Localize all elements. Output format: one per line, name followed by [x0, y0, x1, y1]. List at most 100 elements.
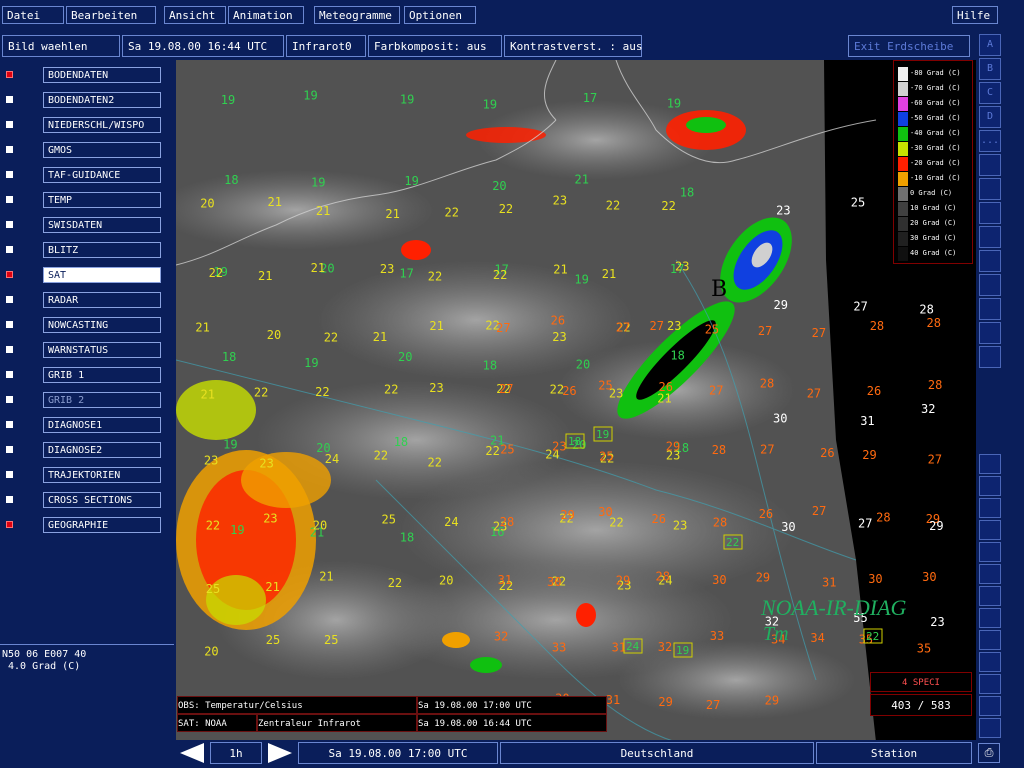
- station-temperature[interactable]: 21: [575, 173, 589, 187]
- layer-checkbox[interactable]: [6, 271, 13, 278]
- station-temperature[interactable]: 27: [807, 387, 821, 401]
- station-temperature[interactable]: 26: [820, 446, 834, 460]
- sidebar-item-niederschl-wispo[interactable]: NIEDERSCHL/WISPO: [6, 117, 162, 133]
- station-temperature[interactable]: 33: [552, 641, 566, 655]
- layer-checkbox[interactable]: [6, 496, 13, 503]
- sidebar-item-cross-sections[interactable]: CROSS SECTIONS: [6, 492, 162, 508]
- color-composite-toggle[interactable]: Farbkomposit: aus: [368, 35, 502, 57]
- layer-checkbox[interactable]: [6, 421, 13, 428]
- station-temperature[interactable]: 22: [493, 268, 507, 282]
- select-image-button[interactable]: Bild waehlen: [2, 35, 120, 57]
- station-temperature[interactable]: 22: [384, 383, 398, 397]
- station-temperature[interactable]: 18: [670, 349, 684, 363]
- station-temperature[interactable]: 28: [928, 378, 942, 392]
- tool-aircraft-button[interactable]: [979, 202, 1001, 224]
- station-temperature[interactable]: 26: [551, 314, 565, 328]
- layer-checkbox[interactable]: [6, 471, 13, 478]
- satellite-image[interactable]: 19 19 19 19 17 1918 19 19 20 211819 20 17 17191718 19…: [176, 60, 976, 742]
- station-temperature[interactable]: 22: [499, 202, 513, 216]
- station-temperature[interactable]: 25: [206, 582, 220, 596]
- tool-h5-button[interactable]: [979, 542, 1001, 562]
- station-temperature[interactable]: 23: [673, 519, 687, 533]
- station-temperature[interactable]: 28: [927, 316, 941, 330]
- layer-checkbox[interactable]: [6, 296, 13, 303]
- station-temperature[interactable]: 19: [223, 438, 237, 452]
- tool-arrow-button[interactable]: [979, 178, 1001, 200]
- station-temperature[interactable]: 25: [266, 633, 280, 647]
- sidebar-item-warnstatus[interactable]: WARNSTATUS: [6, 342, 162, 358]
- station-temperature[interactable]: 34: [810, 631, 824, 645]
- station-temperature[interactable]: 21: [319, 569, 333, 583]
- station-temperature[interactable]: 22: [315, 385, 329, 399]
- menu-hilfe[interactable]: Hilfe: [952, 6, 998, 24]
- station-temperature[interactable]: 27: [706, 698, 720, 712]
- sidebar-item-diagnose2[interactable]: DIAGNOSE2: [6, 442, 162, 458]
- tool-h11-button[interactable]: [979, 674, 1001, 694]
- station-temperature[interactable]: 29: [756, 570, 770, 584]
- image-datetime[interactable]: Sa 19.08.00 16:44 UTC: [122, 35, 284, 57]
- station-temperature[interactable]: 20: [200, 197, 214, 211]
- tool-h3-button[interactable]: [979, 498, 1001, 518]
- station-field[interactable]: Station: [816, 742, 972, 764]
- station-temperature[interactable]: 25: [598, 379, 612, 393]
- station-temperature[interactable]: 27: [616, 321, 630, 335]
- station-temperature[interactable]: 19: [311, 175, 325, 189]
- station-temperature[interactable]: 23: [776, 203, 790, 217]
- tool-h9-button[interactable]: [979, 630, 1001, 650]
- layer-checkbox[interactable]: [6, 521, 13, 528]
- station-temperature[interactable]: 18: [224, 173, 238, 187]
- station-temperature[interactable]: 28: [870, 319, 884, 333]
- station-temperature[interactable]: 32: [658, 640, 672, 654]
- station-temperature[interactable]: 27: [499, 382, 513, 396]
- station-temperature[interactable]: 19: [230, 523, 244, 537]
- station-temperature[interactable]: 29: [862, 448, 876, 462]
- station-temperature[interactable]: 27: [760, 442, 774, 456]
- station-temperature[interactable]: 21: [553, 262, 567, 276]
- station-temperature[interactable]: 22: [374, 448, 388, 462]
- menu-ansicht[interactable]: Ansicht: [164, 6, 226, 24]
- station-temperature[interactable]: 23: [259, 456, 273, 470]
- station-temperature[interactable]: 28: [656, 570, 670, 584]
- station-temperature[interactable]: 22: [428, 456, 442, 470]
- sidebar-item-sat[interactable]: SAT: [6, 267, 162, 283]
- station-temperature[interactable]: 23: [380, 262, 394, 276]
- print-button[interactable]: ⎙: [978, 743, 1000, 763]
- station-temperature[interactable]: 27: [709, 383, 723, 397]
- station-temperature[interactable]: 23: [930, 615, 944, 629]
- station-temperature[interactable]: 31: [606, 693, 620, 707]
- station-temperature[interactable]: 22: [206, 518, 220, 532]
- layer-checkbox[interactable]: [6, 171, 13, 178]
- station-temperature[interactable]: 27: [812, 326, 826, 340]
- tool-d-button[interactable]: D: [979, 106, 1001, 128]
- station-temperature[interactable]: 27: [928, 452, 942, 466]
- station-temperature[interactable]: 27: [650, 319, 664, 333]
- station-temperature[interactable]: 29: [666, 440, 680, 454]
- station-temperature[interactable]: 22: [324, 330, 338, 344]
- layer-checkbox[interactable]: [6, 446, 13, 453]
- sidebar-item-radar[interactable]: RADAR: [6, 292, 162, 308]
- station-temperature[interactable]: 23: [204, 454, 218, 468]
- sidebar-item-gmos[interactable]: GMOS: [6, 142, 162, 158]
- station-temperature[interactable]: 18: [394, 435, 408, 449]
- station-temperature[interactable]: 21: [429, 319, 443, 333]
- station-temperature[interactable]: 30: [922, 570, 936, 584]
- layer-checkbox[interactable]: [6, 146, 13, 153]
- station-temperature[interactable]: 19: [400, 92, 414, 106]
- station-temperature[interactable]: 17: [583, 91, 597, 105]
- tool-h6-button[interactable]: [979, 564, 1001, 584]
- tool-page-button[interactable]: [979, 696, 1001, 716]
- station-temperature[interactable]: 24: [444, 515, 458, 529]
- tool-button-11[interactable]: [979, 298, 1001, 320]
- station-temperature[interactable]: 20: [576, 358, 590, 372]
- station-temperature[interactable]: 21: [195, 320, 209, 334]
- menu-bearbeiten[interactable]: Bearbeiten: [66, 6, 156, 24]
- station-temperature[interactable]: 30: [781, 520, 795, 534]
- station-temperature[interactable]: 31: [822, 575, 836, 589]
- boxed-station-value[interactable]: 22: [726, 536, 739, 549]
- layer-checkbox[interactable]: [6, 96, 13, 103]
- station-temperature[interactable]: 22: [388, 576, 402, 590]
- station-temperature[interactable]: 27: [853, 299, 867, 313]
- boxed-station-value[interactable]: 18: [568, 435, 581, 448]
- station-temperature[interactable]: 26: [759, 507, 773, 521]
- sidebar-item-bodendaten2[interactable]: BODENDATEN2: [6, 92, 162, 108]
